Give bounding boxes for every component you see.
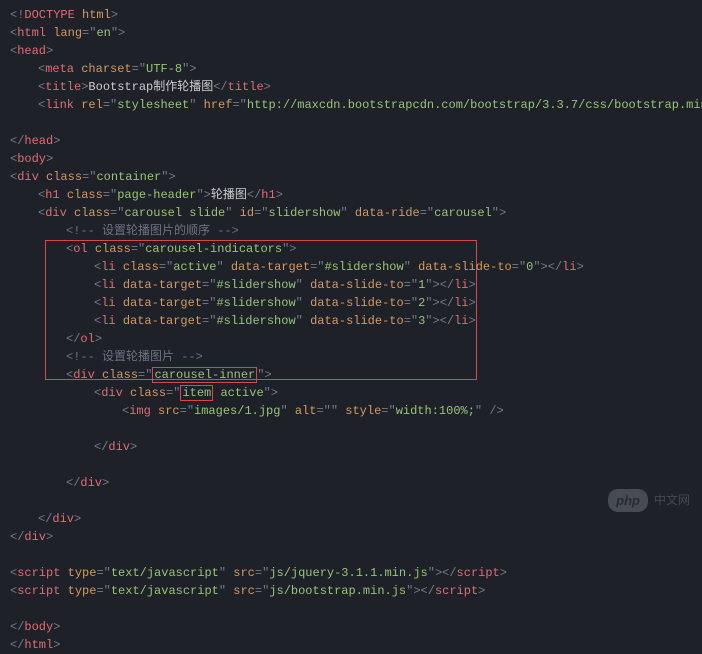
- code-line: </head>: [10, 132, 692, 150]
- code-line: <div class="carousel slide" id="slidersh…: [10, 204, 692, 222]
- code-line: <!-- 设置轮播图片的顺序 -->: [10, 222, 692, 240]
- code-line: </body>: [10, 618, 692, 636]
- code-line: </div>: [10, 510, 692, 528]
- code-line: <meta charset="UTF-8">: [10, 60, 692, 78]
- code-line: <ol class="carousel-indicators">: [10, 240, 692, 258]
- code-line: <html lang="en">: [10, 24, 692, 42]
- code-line: <script type="text/javascript" src="js/j…: [10, 564, 692, 582]
- code-line: <title>Bootstrap制作轮播图</title>: [10, 78, 692, 96]
- highlight-item-class: item: [180, 385, 213, 401]
- code-line: </div>: [10, 528, 692, 546]
- code-line: <link rel="stylesheet" href="http://maxc…: [10, 96, 692, 114]
- code-line: <h1 class="page-header">轮播图</h1>: [10, 186, 692, 204]
- code-line: </div>: [10, 474, 692, 492]
- code-line: <!DOCTYPE html>: [10, 6, 692, 24]
- code-line: <div class="container">: [10, 168, 692, 186]
- code-line: <body>: [10, 150, 692, 168]
- code-line: </ol>: [10, 330, 692, 348]
- code-line: <div class="item active">: [10, 384, 692, 402]
- code-line: <li data-target="#slidershow" data-slide…: [10, 276, 692, 294]
- code-line: <li class="active" data-target="#sliders…: [10, 258, 692, 276]
- code-line: </html>: [10, 636, 692, 654]
- code-line: <script type="text/javascript" src="js/b…: [10, 582, 692, 600]
- code-line: </div>: [10, 438, 692, 456]
- highlight-inner-class: carousel-inner: [152, 367, 257, 383]
- code-line: <!-- 设置轮播图片 -->: [10, 348, 692, 366]
- code-line: <head>: [10, 42, 692, 60]
- code-line: <img src="images/1.jpg" alt="" style="wi…: [10, 402, 692, 420]
- code-line: <li data-target="#slidershow" data-slide…: [10, 294, 692, 312]
- code-line: <li data-target="#slidershow" data-slide…: [10, 312, 692, 330]
- code-line: <div class="carousel-inner">: [10, 366, 692, 384]
